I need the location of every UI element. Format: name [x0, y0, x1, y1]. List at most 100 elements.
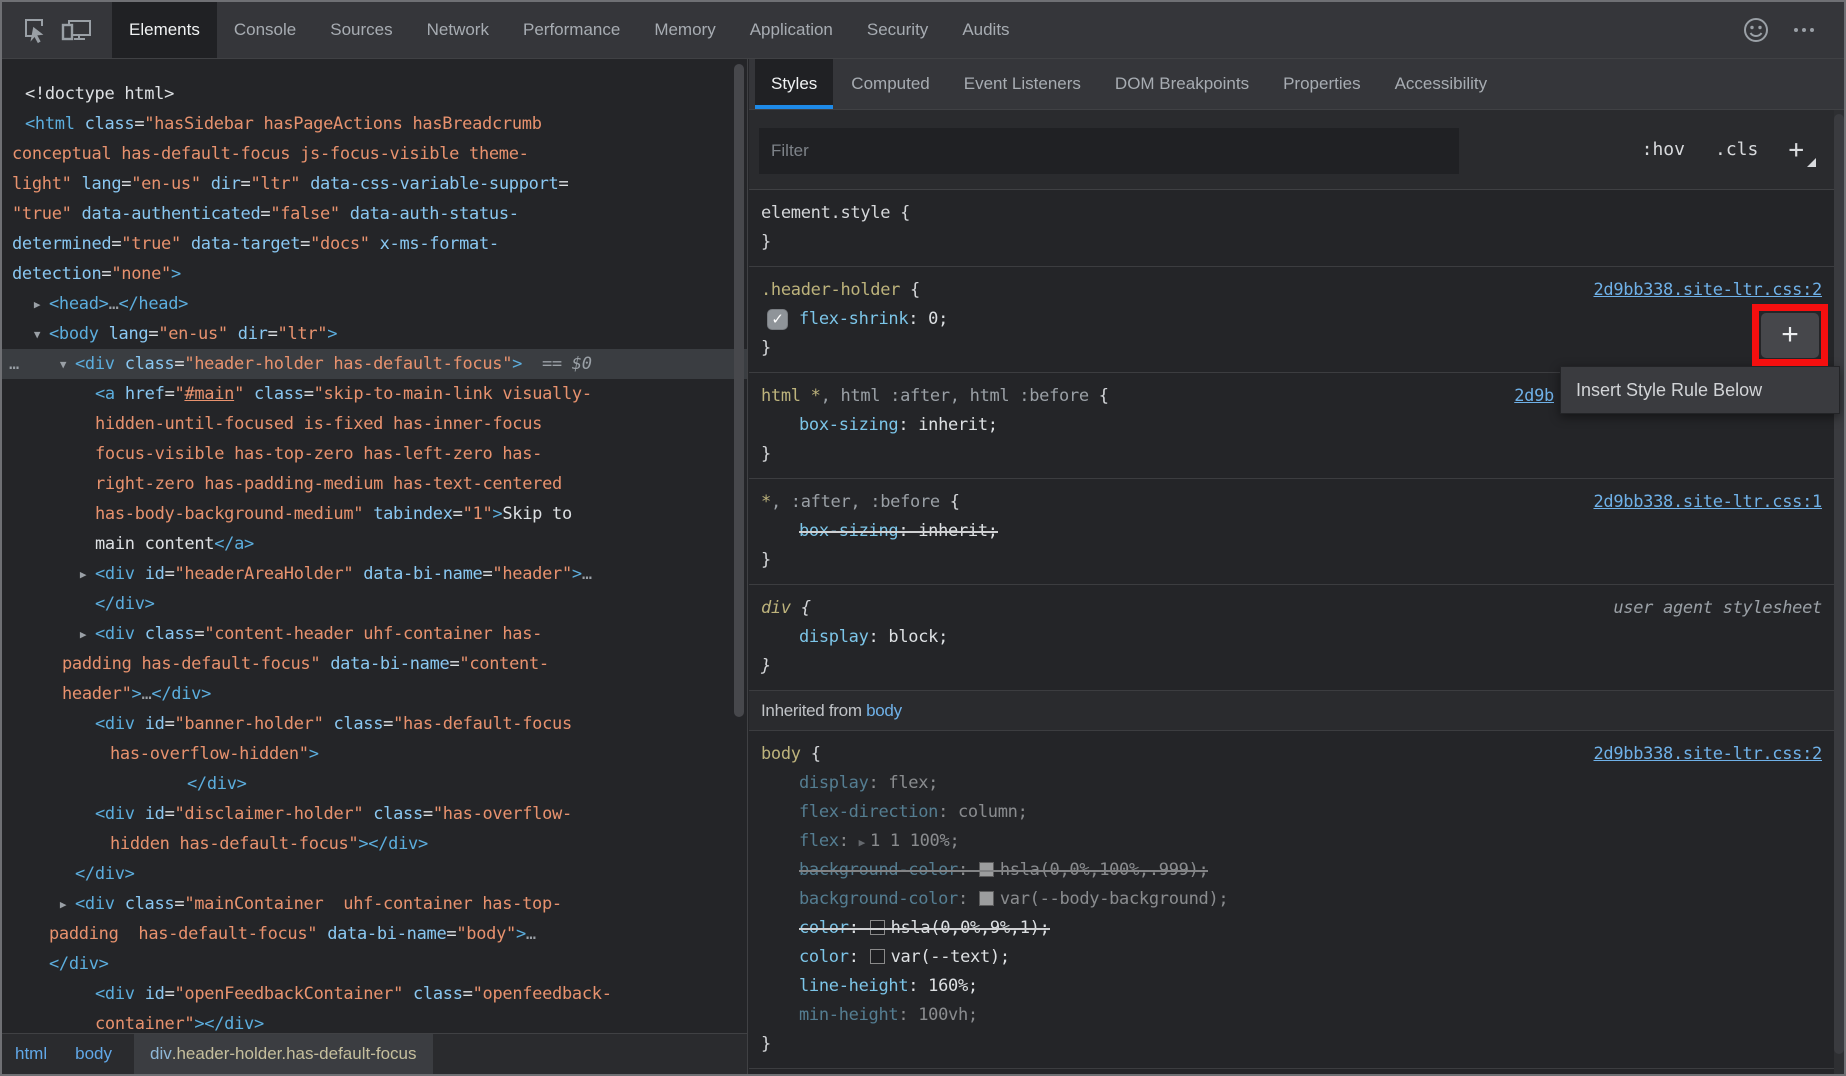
- dom-tree-node[interactable]: ▶<div class="content-header uhf-containe…: [2, 619, 747, 649]
- dom-tree-node[interactable]: focus-visible has-top-zero has-left-zero…: [2, 439, 747, 469]
- css-property-row[interactable]: display: block;: [761, 623, 1822, 652]
- css-property-row[interactable]: color: var(--text);: [761, 943, 1822, 972]
- dom-tree-node[interactable]: </div>: [2, 589, 747, 619]
- stylesheet-source-link[interactable]: 2d9bb338.site-ltr.css:2: [1593, 276, 1822, 305]
- rule-selector[interactable]: element.style: [761, 199, 900, 228]
- toolbar-tab-audits[interactable]: Audits: [945, 2, 1026, 58]
- dom-tree-node[interactable]: container"></div>: [2, 1009, 747, 1033]
- rule-selector[interactable]: {: [900, 199, 910, 228]
- elements-scrollbar-thumb[interactable]: [734, 64, 744, 717]
- feedback-smiley-icon[interactable]: [1732, 10, 1780, 50]
- breadcrumb-item-body[interactable]: body: [61, 1034, 126, 1074]
- rule-selector[interactable]: html *: [761, 382, 821, 411]
- rule-selector[interactable]: *: [761, 488, 771, 517]
- more-menu-icon[interactable]: [1780, 10, 1828, 50]
- dom-tree-node[interactable]: "true" data-authenticated="false" data-a…: [2, 199, 747, 229]
- toolbar-tab-security[interactable]: Security: [850, 2, 945, 58]
- styles-tab-properties[interactable]: Properties: [1267, 59, 1376, 109]
- css-property-row[interactable]: background-color: hsla(0,0%,100%,.999);: [761, 856, 1822, 885]
- stylesheet-source-link[interactable]: 2d9b: [1514, 382, 1554, 411]
- collapse-arrow-icon[interactable]: ▼: [55, 350, 71, 380]
- expand-arrow-icon[interactable]: ▶: [55, 890, 71, 920]
- color-swatch[interactable]: [870, 949, 885, 964]
- expand-arrow-icon[interactable]: ▶: [75, 620, 91, 650]
- dom-tree-node[interactable]: ▶<head>…</head>: [2, 289, 747, 319]
- dom-tree-node[interactable]: <a href="#main" class="skip-to-main-link…: [2, 379, 747, 409]
- styles-scrollbar-track[interactable]: [1834, 110, 1844, 1074]
- css-property-row[interactable]: background-color: var(--body-background)…: [761, 885, 1822, 914]
- toolbar-tab-console[interactable]: Console: [217, 2, 313, 58]
- dom-tree-node[interactable]: detection="none">: [2, 259, 747, 289]
- styles-tab-styles[interactable]: Styles: [755, 59, 833, 109]
- styles-tab-dom-breakpoints[interactable]: DOM Breakpoints: [1099, 59, 1265, 109]
- dom-tree-node[interactable]: </div>: [2, 859, 747, 889]
- dom-tree-node[interactable]: has-body-background-medium" tabindex="1"…: [2, 499, 747, 529]
- color-swatch[interactable]: [979, 862, 994, 877]
- dom-tree-node[interactable]: hidden has-default-focus"></div>: [2, 829, 747, 859]
- rule-selector[interactable]: .header-holder: [761, 276, 910, 305]
- color-swatch[interactable]: [870, 920, 885, 935]
- dom-tree-node[interactable]: <html class="hasSidebar hasPageActions h…: [2, 109, 747, 139]
- collapse-arrow-icon[interactable]: ▼: [29, 320, 45, 350]
- rule-selector[interactable]: {: [811, 740, 821, 769]
- breadcrumb-item-html[interactable]: html: [2, 1034, 61, 1074]
- property-enabled-checkbox[interactable]: ✓: [767, 309, 788, 330]
- insert-style-rule-button[interactable]: +: [1761, 313, 1819, 358]
- dom-tree-node[interactable]: ▶<div id="headerAreaHolder" data-bi-name…: [2, 559, 747, 589]
- toolbar-tab-performance[interactable]: Performance: [506, 2, 637, 58]
- toggle-element-state-button[interactable]: :hov: [1642, 139, 1685, 160]
- css-property-row[interactable]: min-height: 100vh;: [761, 1001, 1822, 1030]
- dom-tree-node[interactable]: header">…</div>: [2, 679, 747, 709]
- rule-selector[interactable]: {: [801, 594, 811, 623]
- dom-tree-node[interactable]: light" lang="en-us" dir="ltr" data-css-v…: [2, 169, 747, 199]
- dom-tree-node[interactable]: determined="true" data-target="docs" x-m…: [2, 229, 747, 259]
- dom-tree-node[interactable]: ▼<body lang="en-us" dir="ltr">: [2, 319, 747, 349]
- rule-selector[interactable]: body: [761, 740, 811, 769]
- expand-arrow-icon[interactable]: ▶: [29, 290, 45, 320]
- dom-tree-node[interactable]: hidden-until-focused is-fixed has-inner-…: [2, 409, 747, 439]
- dom-tree-node[interactable]: <!doctype html>: [2, 79, 747, 109]
- dom-tree-node[interactable]: has-overflow-hidden">: [2, 739, 747, 769]
- css-property-row[interactable]: box-sizing: inherit;: [761, 517, 1822, 546]
- dom-tree-node[interactable]: …▼<div class="header-holder has-default-…: [2, 349, 747, 379]
- dom-tree-node[interactable]: <div id="openFeedbackContainer" class="o…: [2, 979, 747, 1009]
- rule-selector[interactable]: {: [950, 488, 960, 517]
- rule-selector[interactable]: , :after, :before: [771, 488, 950, 517]
- color-swatch[interactable]: [979, 891, 994, 906]
- dom-tree-node[interactable]: </div>: [2, 949, 747, 979]
- styles-filter-input[interactable]: [759, 128, 1459, 174]
- css-property-row[interactable]: flex-direction: column;: [761, 798, 1822, 827]
- dom-tree-node[interactable]: right-zero has-padding-medium has-text-c…: [2, 469, 747, 499]
- rule-selector[interactable]: div: [761, 594, 801, 623]
- inspect-element-icon[interactable]: [14, 10, 56, 50]
- css-property-row[interactable]: flex: ▶1 1 100%;: [761, 827, 1822, 856]
- dom-tree-node[interactable]: ▶<div class="mainContainer uhf-container…: [2, 889, 747, 919]
- rule-selector[interactable]: {: [1099, 382, 1109, 411]
- css-property-row[interactable]: box-sizing: inherit;: [761, 411, 1822, 440]
- styles-scrollbar-thumb[interactable]: [1834, 114, 1844, 1054]
- styles-tab-event-listeners[interactable]: Event Listeners: [948, 59, 1097, 109]
- css-property-row[interactable]: color: hsla(0,0%,9%,1);: [761, 914, 1822, 943]
- device-toolbar-icon[interactable]: [56, 10, 98, 50]
- toolbar-tab-network[interactable]: Network: [410, 2, 506, 58]
- element-classes-button[interactable]: .cls: [1715, 139, 1758, 160]
- styles-tab-accessibility[interactable]: Accessibility: [1379, 59, 1504, 109]
- dom-tree-node[interactable]: padding has-default-focus" data-bi-name=…: [2, 919, 747, 949]
- new-style-rule-button[interactable]: +: [1788, 135, 1814, 165]
- styles-tab-computed[interactable]: Computed: [835, 59, 945, 109]
- dom-tree-node[interactable]: conceptual has-default-focus js-focus-vi…: [2, 139, 747, 169]
- dom-tree-node[interactable]: <div id="banner-holder" class="has-defau…: [2, 709, 747, 739]
- expand-shorthand-icon[interactable]: ▶: [859, 836, 865, 849]
- rule-selector[interactable]: {: [910, 276, 920, 305]
- css-property-row[interactable]: ✓flex-shrink: 0;: [761, 305, 1822, 334]
- toolbar-tab-memory[interactable]: Memory: [637, 2, 732, 58]
- expand-arrow-icon[interactable]: ▶: [75, 560, 91, 590]
- css-property-row[interactable]: line-height: 160%;: [761, 972, 1822, 1001]
- rule-selector[interactable]: , html :after, html :before: [821, 382, 1099, 411]
- toolbar-tab-sources[interactable]: Sources: [313, 2, 409, 58]
- css-property-row[interactable]: display: flex;: [761, 769, 1822, 798]
- dom-tree-node[interactable]: <div id="disclaimer-holder" class="has-o…: [2, 799, 747, 829]
- dom-tree-node[interactable]: </div>: [2, 769, 747, 799]
- dom-tree-node[interactable]: padding has-default-focus" data-bi-name=…: [2, 649, 747, 679]
- toolbar-tab-elements[interactable]: Elements: [112, 2, 217, 58]
